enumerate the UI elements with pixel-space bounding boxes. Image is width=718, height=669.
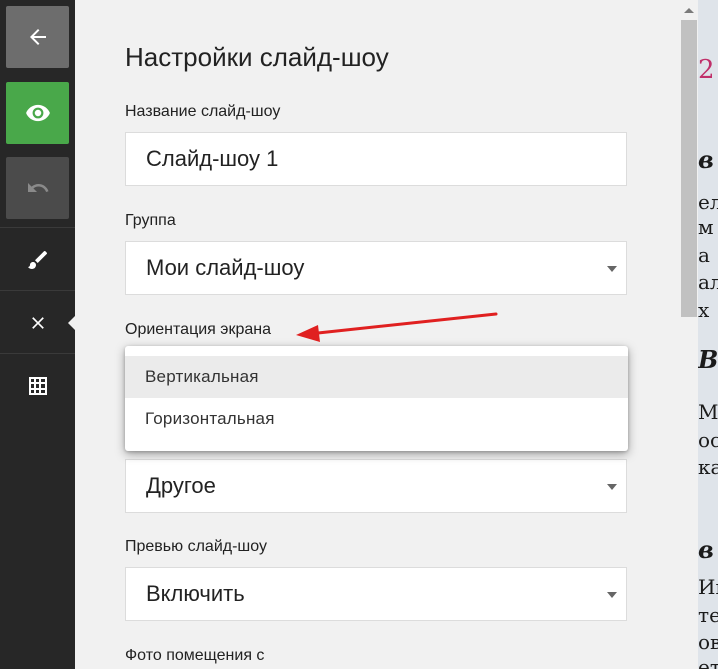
group-select[interactable]: Мои слайд-шоу: [125, 241, 627, 295]
preview-text: Ин: [698, 575, 718, 599]
preview-button[interactable]: [6, 82, 69, 144]
chevron-down-icon: [607, 484, 617, 490]
other-select-value: Другое: [146, 473, 216, 498]
preview-text: в: [698, 535, 714, 564]
preview-text: ов: [698, 630, 718, 654]
preview-label: Превью слайд-шоу: [125, 538, 267, 555]
photo-label: Фото помещения с: [125, 647, 265, 664]
preview-text: ос: [698, 428, 718, 452]
preview-text: В: [698, 345, 718, 374]
back-button[interactable]: [6, 6, 69, 68]
group-label: Группа: [125, 212, 176, 229]
settings-panel: Настройки слайд-шоу Название слайд-шоу С…: [75, 0, 680, 669]
design-tool-button[interactable]: [0, 227, 75, 291]
group-select-value: Мои слайд-шоу: [146, 255, 305, 280]
orientation-option-vertical[interactable]: Вертикальная: [125, 356, 628, 398]
panel-title: Настройки слайд-шоу: [125, 42, 389, 72]
undo-button[interactable]: [6, 157, 69, 219]
preview-text: в: [698, 145, 714, 174]
slide-preview-strip: 2 в ел м а ал х В Ма ос ка в Ин те ов ет: [698, 0, 718, 669]
orientation-label: Ориентация экрана: [125, 321, 271, 338]
orientation-option-horizontal[interactable]: Горизонтальная: [125, 398, 628, 440]
preview-text: ел: [698, 190, 718, 214]
chevron-down-icon: [607, 592, 617, 598]
arrow-left-icon: [29, 29, 46, 45]
name-input-value: Слайд-шоу 1: [146, 146, 279, 171]
preview-text: х: [698, 298, 710, 322]
orientation-dropdown: Вертикальная Горизонтальная: [125, 346, 628, 451]
preview-text: ка: [698, 455, 718, 479]
left-toolbar: [0, 0, 75, 669]
scrollbar-thumb[interactable]: [681, 20, 697, 317]
active-pointer: [68, 316, 75, 330]
close-icon: [31, 316, 44, 329]
layout-grid-button[interactable]: [0, 353, 75, 417]
name-label: Название слайд-шоу: [125, 103, 281, 120]
preview-text: м: [698, 215, 714, 239]
scroll-up-icon[interactable]: [684, 8, 694, 13]
undo-icon: [27, 183, 48, 192]
other-select[interactable]: Другое: [125, 459, 627, 513]
close-settings-button[interactable]: [0, 290, 75, 354]
preview-text: ет: [698, 655, 718, 669]
preview-text: а: [698, 243, 710, 267]
preview-decoration: 2: [698, 55, 715, 85]
preview-text: ал: [698, 270, 718, 294]
preview-select[interactable]: Включить: [125, 567, 627, 621]
preview-select-value: Включить: [146, 581, 245, 606]
eye-icon: [25, 104, 50, 122]
name-input[interactable]: Слайд-шоу 1: [125, 132, 627, 186]
preview-text: те: [698, 603, 718, 627]
preview-text: Ма: [698, 400, 718, 424]
brush-icon: [27, 250, 47, 269]
chevron-down-icon: [607, 266, 617, 272]
grid-icon: [28, 376, 47, 395]
